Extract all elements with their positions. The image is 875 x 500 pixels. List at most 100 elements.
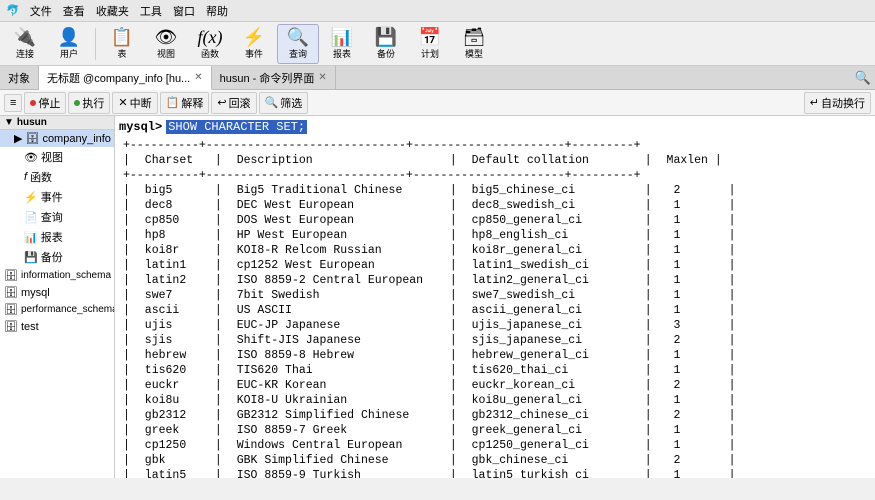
pipe-r9-2: | bbox=[211, 318, 226, 333]
tab-command-close[interactable]: ✕ bbox=[318, 72, 326, 83]
sidebar-item-functions[interactable]: f 函数 bbox=[0, 167, 114, 187]
action-explain-btn[interactable]: 📋 解释 bbox=[160, 92, 210, 114]
cell-charset-11: hebrew bbox=[134, 348, 211, 363]
pipe-r19-4: | bbox=[641, 468, 656, 478]
toolbar: 🔌 连接 👤 用户 📋 表 👁 视图 f(x) 函数 ⚡ 事件 🔍 查询 📊 报… bbox=[0, 22, 875, 66]
sidebar-item-company-info[interactable]: ▶ 🗄 company_info bbox=[0, 130, 114, 147]
cell-collation-17: cp1250_general_ci bbox=[461, 438, 641, 453]
menu-favorites[interactable]: 收藏夹 bbox=[92, 4, 133, 20]
pipe-r13-2: | bbox=[211, 378, 226, 393]
btn-connect[interactable]: 🔌 连接 bbox=[4, 24, 46, 64]
pipe-r12-4: | bbox=[641, 363, 656, 378]
btn-schedule[interactable]: 📅 计划 bbox=[409, 24, 451, 64]
cell-charset-6: latin2 bbox=[134, 273, 211, 288]
tab-command[interactable]: husun - 命令列界面 ✕ bbox=[212, 66, 336, 89]
pipe-r3-4: | bbox=[641, 228, 656, 243]
sidebar-section-husun[interactable]: ▼ husun bbox=[0, 116, 114, 130]
prompt-text: mysql> bbox=[119, 120, 162, 134]
cell-charset-14: koi8u bbox=[134, 393, 211, 408]
db-icon-4: 🗄 bbox=[4, 303, 18, 316]
cell-description-14: KOI8-U Ukrainian bbox=[226, 393, 446, 408]
tab-right-area: 🔍 bbox=[855, 66, 875, 89]
action-bar: ≡ 停止 执行 ✕ 中断 📋 解释 ↩ 回滚 🔍 筛选 ↵ 自动换行 bbox=[0, 90, 875, 116]
cell-maxlen-9: 3 | bbox=[656, 318, 740, 333]
action-menu-btn[interactable]: ≡ bbox=[4, 94, 22, 112]
btn-function[interactable]: f(x) 函数 bbox=[189, 24, 231, 64]
pipe-r16-2: | bbox=[211, 423, 226, 438]
tab-object[interactable]: 对象 bbox=[0, 66, 39, 89]
table-row: | greek | ISO 8859-7 Greek | greek_gener… bbox=[119, 423, 740, 438]
tab-search-icon[interactable]: 🔍 bbox=[855, 70, 871, 86]
cell-description-6: ISO 8859-2 Central European bbox=[226, 273, 446, 288]
cell-description-3: HP West European bbox=[226, 228, 446, 243]
cell-charset-15: gb2312 bbox=[134, 408, 211, 423]
action-interrupt-btn[interactable]: ✕ 中断 bbox=[112, 92, 157, 114]
cell-collation-11: hebrew_general_ci bbox=[461, 348, 641, 363]
btn-query[interactable]: 🔍 查询 bbox=[277, 24, 319, 64]
function-icon: f(x) bbox=[198, 28, 223, 46]
btn-user[interactable]: 👤 用户 bbox=[48, 24, 90, 64]
table-row: | hp8 | HP West European | hp8_english_c… bbox=[119, 228, 740, 243]
pipe-r16-4: | bbox=[641, 423, 656, 438]
sidebar-item-queries[interactable]: 📄 查询 bbox=[0, 207, 114, 227]
schedule-icon: 📅 bbox=[419, 28, 441, 46]
table-row: | latin1 | cp1252 West European | latin1… bbox=[119, 258, 740, 273]
content-area[interactable]: mysql> SHOW CHARACTER SET; +----------+-… bbox=[115, 116, 875, 478]
cell-description-0: Big5 Traditional Chinese bbox=[226, 183, 446, 198]
tab-query[interactable]: 无标题 @company_info [hu... ✕ bbox=[39, 66, 212, 90]
action-stop-btn[interactable]: 停止 bbox=[24, 92, 66, 114]
btn-query-label: 查询 bbox=[289, 47, 307, 60]
pipe-r15-3: | bbox=[446, 408, 461, 423]
cell-maxlen-13: 2 | bbox=[656, 378, 740, 393]
btn-view[interactable]: 👁 视图 bbox=[145, 24, 187, 64]
btn-event[interactable]: ⚡ 事件 bbox=[233, 24, 275, 64]
model-icon: 🗃 bbox=[463, 28, 486, 46]
cell-description-5: cp1252 West European bbox=[226, 258, 446, 273]
cell-collation-16: greek_general_ci bbox=[461, 423, 641, 438]
sidebar-item-performance[interactable]: 🗄 performance_schema bbox=[0, 301, 114, 318]
menu-file[interactable]: 文件 bbox=[26, 4, 56, 20]
btn-schedule-label: 计划 bbox=[421, 47, 439, 60]
btn-backup[interactable]: 💾 备份 bbox=[365, 24, 407, 64]
pipe-r15-2: | bbox=[211, 408, 226, 423]
sidebar-item-reports[interactable]: 📊 报表 bbox=[0, 227, 114, 247]
sidebar-item-information-schema[interactable]: 🗄 information_schema bbox=[0, 267, 114, 284]
cell-description-4: KOI8-R Relcom Russian bbox=[226, 243, 446, 258]
tab-query-close[interactable]: ✕ bbox=[194, 72, 202, 83]
sidebar-item-backup-label: 备份 bbox=[41, 249, 63, 265]
btn-table[interactable]: 📋 表 bbox=[101, 24, 143, 64]
cell-charset-5: latin1 bbox=[134, 258, 211, 273]
tab-command-label: husun - 命令列界面 bbox=[220, 70, 315, 86]
table-row: | gb2312 | GB2312 Simplified Chinese | g… bbox=[119, 408, 740, 423]
table-row: | gbk | GBK Simplified Chinese | gbk_chi… bbox=[119, 453, 740, 468]
sidebar-item-events[interactable]: ⚡ 事件 bbox=[0, 187, 114, 207]
btn-model[interactable]: 🗃 模型 bbox=[453, 24, 495, 64]
cell-description-19: ISO 8859-9 Turkish bbox=[226, 468, 446, 478]
sidebar-item-test[interactable]: 🗄 test bbox=[0, 318, 114, 335]
table-row: | euckr | EUC-KR Korean | euckr_korean_c… bbox=[119, 378, 740, 393]
pipe-r15-1: | bbox=[119, 408, 134, 423]
action-autowrap-btn[interactable]: ↵ 自动换行 bbox=[804, 92, 871, 114]
tab-query-label: 无标题 @company_info [hu... bbox=[47, 70, 190, 86]
cell-charset-3: hp8 bbox=[134, 228, 211, 243]
sidebar-item-backup[interactable]: 💾 备份 bbox=[0, 247, 114, 267]
pipe-r18-2: | bbox=[211, 453, 226, 468]
toolbar-separator-1 bbox=[95, 28, 96, 60]
menu-help[interactable]: 帮助 bbox=[202, 4, 232, 20]
sidebar-item-mysql[interactable]: 🗄 mysql bbox=[0, 284, 114, 301]
menu-tools[interactable]: 工具 bbox=[136, 4, 166, 20]
pipe-r4-2: | bbox=[211, 243, 226, 258]
action-rollback-btn[interactable]: ↩ 回滚 bbox=[211, 92, 256, 114]
btn-backup-label: 备份 bbox=[377, 47, 395, 60]
sidebar-item-views[interactable]: 👁 视图 bbox=[0, 147, 114, 167]
menu-view[interactable]: 查看 bbox=[59, 4, 89, 20]
cell-maxlen-19: 1 | bbox=[656, 468, 740, 478]
cell-maxlen-12: 1 | bbox=[656, 363, 740, 378]
pipe-r12-3: | bbox=[446, 363, 461, 378]
cell-description-8: US ASCII bbox=[226, 303, 446, 318]
btn-report[interactable]: 📊 报表 bbox=[321, 24, 363, 64]
action-filter-btn[interactable]: 🔍 筛选 bbox=[259, 92, 309, 114]
menu-window[interactable]: 窗口 bbox=[169, 4, 199, 20]
table-mid-divider: +----------+----------------------------… bbox=[119, 168, 740, 183]
action-run-btn[interactable]: 执行 bbox=[68, 92, 110, 114]
